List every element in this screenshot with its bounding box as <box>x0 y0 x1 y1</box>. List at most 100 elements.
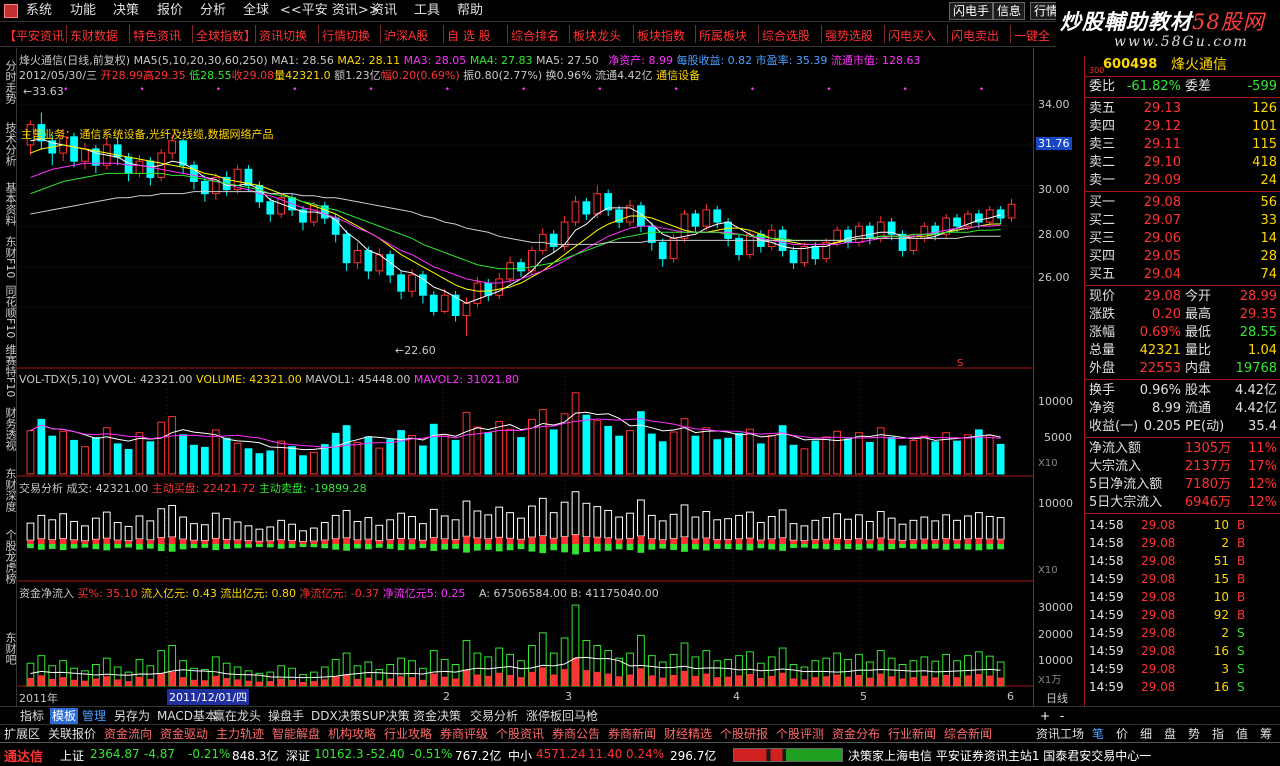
nav-item-8[interactable]: 综合排名 <box>511 27 559 44</box>
indicator-tab-5[interactable]: 赢在龙头 <box>213 708 261 724</box>
indicator-tab-11[interactable]: 涨停板回马枪 <box>526 708 598 724</box>
capital-flow-row-2[interactable]: 5日净流入额 7180万 12% <box>1085 476 1280 494</box>
detail-tab-4[interactable]: 势 <box>1188 726 1200 742</box>
left-tab-2[interactable]: 基本资料 <box>1 176 17 232</box>
nav-item-14[interactable]: 闪电买入 <box>888 27 936 44</box>
menu-system[interactable]: 系统 <box>26 3 52 19</box>
bid-level-5[interactable]: 买五 29.04 74 <box>1085 266 1280 284</box>
bid-level-2[interactable]: 买二 29.07 33 <box>1085 212 1280 230</box>
nav-item-5[interactable]: 行情切换 <box>322 27 370 44</box>
sh-index-name[interactable]: 上证 <box>60 747 84 764</box>
indicator-tab-8[interactable]: SUP决策 <box>362 708 410 724</box>
menu-pingan-news[interactable]: <<平安 资讯>> <box>280 3 380 19</box>
zoom-in-button[interactable]: + <box>1040 708 1050 724</box>
indicator-tab-6[interactable]: 操盘手 <box>268 708 304 724</box>
menu-function[interactable]: 功能 <box>70 3 96 19</box>
nav-item-7[interactable]: 自 选 股 <box>447 27 491 44</box>
detail-tab-2[interactable]: 细 <box>1140 726 1152 742</box>
stat-row-4[interactable]: 外盘 22553 内盘 19768 <box>1085 360 1280 378</box>
info-button[interactable]: 信息 <box>993 2 1026 20</box>
ask-level-3[interactable]: 卖三 29.11 115 <box>1085 136 1280 154</box>
fundamental-row-0[interactable]: 换手 0.96% 股本 4.42亿 <box>1085 382 1280 400</box>
ask-level-2[interactable]: 卖二 29.10 418 <box>1085 154 1280 172</box>
ask-level-5[interactable]: 卖五 29.13 126 <box>1085 100 1280 118</box>
info-link-2[interactable]: 资金流向 <box>104 726 152 742</box>
indicator-tab-1[interactable]: 模板 <box>50 708 79 724</box>
info-link-16[interactable]: 行业新闻 <box>888 726 936 742</box>
menu-news[interactable]: 资讯 <box>371 3 397 19</box>
info-link-6[interactable]: 机构攻略 <box>328 726 376 742</box>
info-link-0[interactable]: 扩展区 <box>4 726 40 742</box>
app-icon[interactable] <box>4 4 18 18</box>
info-link-11[interactable]: 券商新闻 <box>608 726 656 742</box>
stat-row-0[interactable]: 现价 29.08 今开 28.99 <box>1085 288 1280 306</box>
nav-item-6[interactable]: 沪深A股 <box>384 27 428 44</box>
menu-help[interactable]: 帮助 <box>457 3 483 19</box>
indicator-tab-2[interactable]: 管理 <box>82 708 106 724</box>
info-workshop-link[interactable]: 资讯工场 <box>1036 726 1084 742</box>
capital-flow-row-3[interactable]: 5日大宗流入 6946万 12% <box>1085 494 1280 512</box>
nav-item-2[interactable]: 特色资讯 <box>133 27 181 44</box>
info-link-8[interactable]: 券商评级 <box>440 726 488 742</box>
nav-item-15[interactable]: 闪电卖出 <box>951 27 999 44</box>
bid-level-4[interactable]: 买四 29.05 28 <box>1085 248 1280 266</box>
nav-item-1[interactable]: 东财数据 <box>70 27 118 44</box>
stat-row-1[interactable]: 涨跌 0.20 最高 29.35 <box>1085 306 1280 324</box>
menu-decision[interactable]: 决策 <box>113 3 139 19</box>
nav-item-12[interactable]: 综合选股 <box>762 27 810 44</box>
info-link-5[interactable]: 智能解盘 <box>272 726 320 742</box>
indicator-tab-7[interactable]: DDX决策 <box>311 708 362 724</box>
left-tab-5[interactable]: 维赛特F10 <box>1 344 17 398</box>
info-link-9[interactable]: 个股资讯 <box>496 726 544 742</box>
bid-level-1[interactable]: 买一 29.08 56 <box>1085 194 1280 212</box>
indicator-tab-4[interactable]: MACD基本 <box>157 708 217 724</box>
detail-tab-5[interactable]: 指 <box>1212 726 1224 742</box>
info-link-4[interactable]: 主力轨迹 <box>216 726 264 742</box>
left-tab-9[interactable]: 东财吧 <box>1 592 17 704</box>
stat-row-3[interactable]: 总量 42321 量比 1.04 <box>1085 342 1280 360</box>
bid-level-3[interactable]: 买三 29.06 14 <box>1085 230 1280 248</box>
info-link-3[interactable]: 资金驱动 <box>160 726 208 742</box>
capital-flow-row-0[interactable]: 净流入额 1305万 11% <box>1085 440 1280 458</box>
info-link-13[interactable]: 个股研报 <box>720 726 768 742</box>
nav-item-13[interactable]: 强势选股 <box>825 27 873 44</box>
nav-item-16[interactable]: 一键全 <box>1014 27 1050 44</box>
nav-item-10[interactable]: 板块指数 <box>637 27 685 44</box>
indicator-tab-9[interactable]: 资金决策 <box>413 708 461 724</box>
info-link-10[interactable]: 券商公告 <box>552 726 600 742</box>
fundamental-row-1[interactable]: 净资 8.99 流通 4.42亿 <box>1085 400 1280 418</box>
menu-quote[interactable]: 报价 <box>157 3 183 19</box>
menu-analysis[interactable]: 分析 <box>200 3 226 19</box>
left-tab-6[interactable]: 财务透视 <box>1 400 17 458</box>
info-link-15[interactable]: 资金分布 <box>832 726 880 742</box>
sme-index-name[interactable]: 中小 <box>508 747 532 764</box>
detail-tab-1[interactable]: 价 <box>1116 726 1128 742</box>
nav-item-4[interactable]: 资讯切换 <box>259 27 307 44</box>
info-link-7[interactable]: 行业攻略 <box>384 726 432 742</box>
left-tab-8[interactable]: 个股龙虎榜 <box>1 522 17 590</box>
sz-index-name[interactable]: 深证 <box>286 747 310 764</box>
indicator-tab-3[interactable]: 另存为 <box>114 708 150 724</box>
left-tab-1[interactable]: 技术分析 <box>1 114 17 174</box>
left-tab-0[interactable]: 分时走势 <box>1 52 17 112</box>
period-label[interactable]: 日线 <box>1046 690 1068 706</box>
detail-tab-0[interactable]: 笔 <box>1092 726 1104 742</box>
flash-trade-button[interactable]: 闪电手 <box>949 2 994 20</box>
detail-tab-3[interactable]: 盘 <box>1164 726 1176 742</box>
nav-item-3[interactable]: 全球指数】 <box>196 27 256 44</box>
info-link-17[interactable]: 综合新闻 <box>944 726 992 742</box>
menu-tools[interactable]: 工具 <box>414 3 440 19</box>
indicator-tab-0[interactable]: 指标 <box>20 708 44 724</box>
detail-tab-7[interactable]: 筹 <box>1260 726 1272 742</box>
stat-row-2[interactable]: 涨幅 0.69% 最低 28.55 <box>1085 324 1280 342</box>
ask-level-4[interactable]: 卖四 29.12 101 <box>1085 118 1280 136</box>
capital-flow-row-1[interactable]: 大宗流入 2137万 17% <box>1085 458 1280 476</box>
detail-tab-6[interactable]: 值 <box>1236 726 1248 742</box>
info-link-12[interactable]: 财经精选 <box>664 726 712 742</box>
zoom-out-button[interactable]: - <box>1060 708 1064 724</box>
left-tab-7[interactable]: 东财深度 <box>1 460 17 520</box>
nav-item-11[interactable]: 所属板块 <box>699 27 747 44</box>
indicator-tab-10[interactable]: 交易分析 <box>470 708 518 724</box>
kline-chart-area[interactable]: • • • • • • • • • • • • • 烽火通信(日线,前复权) MA5(5,10,20,3… <box>17 48 1033 706</box>
nav-item-9[interactable]: 板块龙头 <box>573 27 621 44</box>
